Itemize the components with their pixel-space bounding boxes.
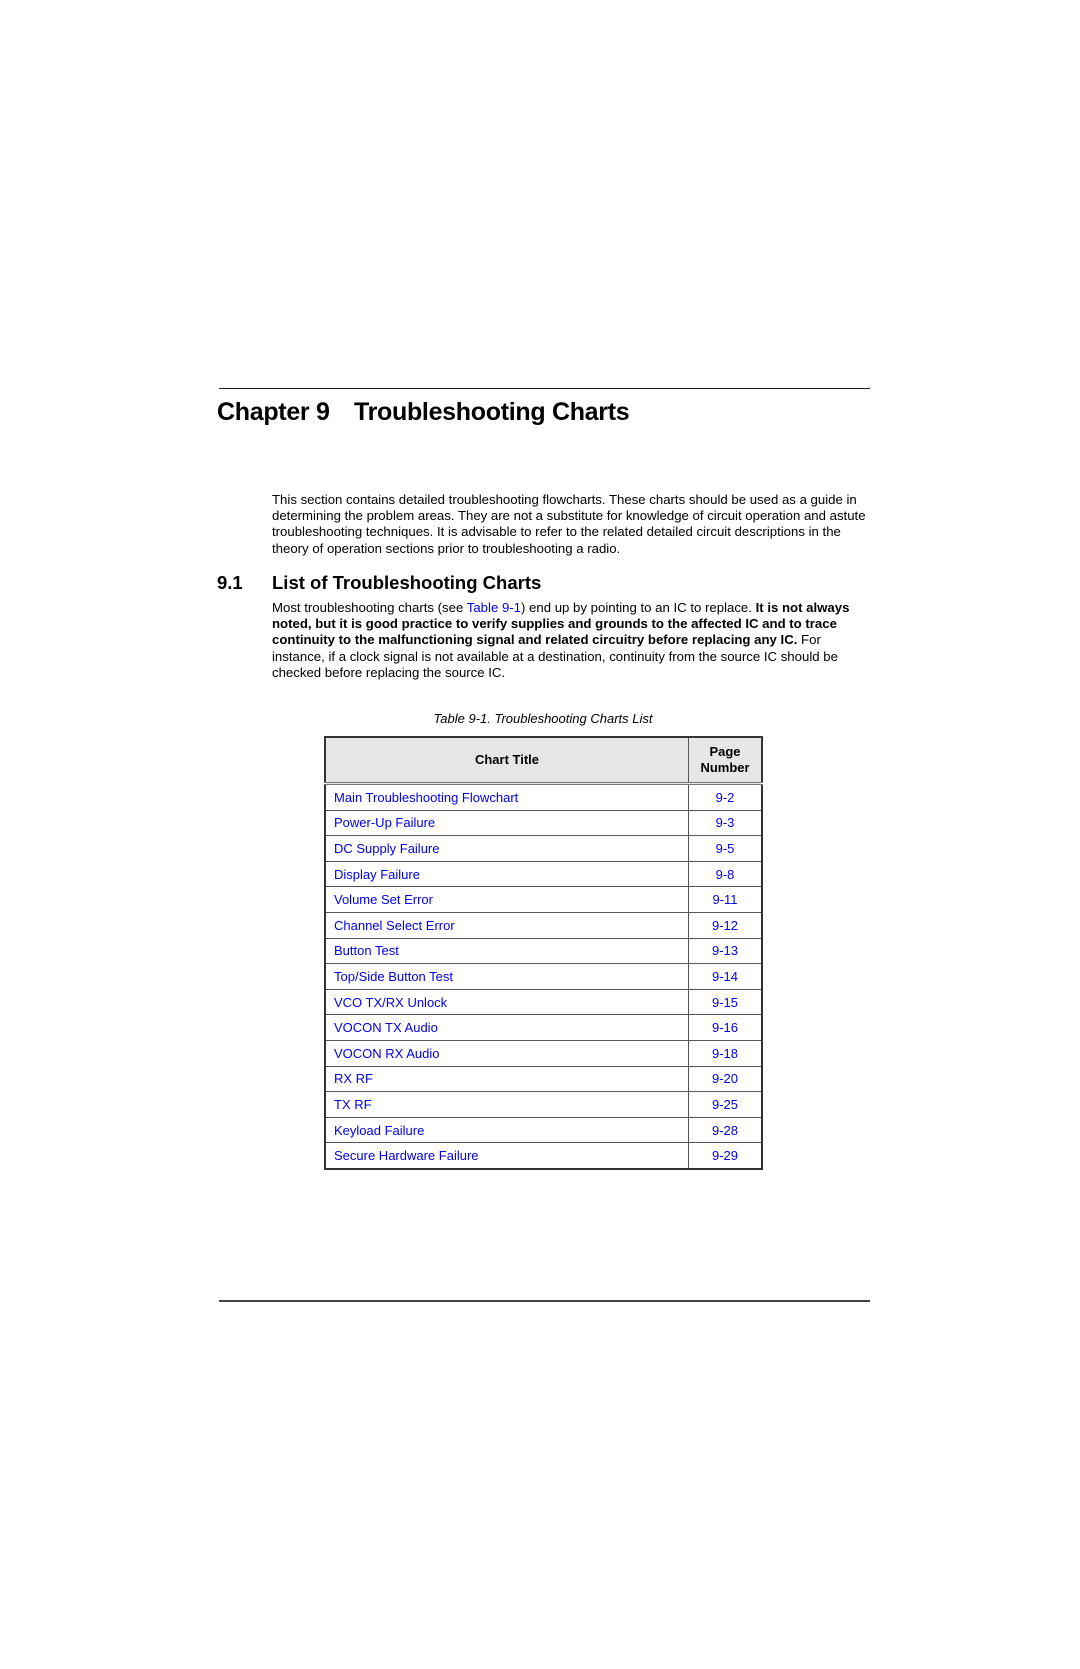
page-number-link[interactable]: 9-2 [688, 783, 762, 811]
table-row: TX RF 9-25 [325, 1091, 762, 1118]
table-row: Display Failure 9-8 [325, 860, 762, 887]
table-row: Main Troubleshooting Flowchart 9-2 [325, 783, 762, 811]
table-row: Power-Up Failure 9-3 [325, 809, 762, 836]
table-row: Channel Select Error 9-12 [325, 911, 762, 939]
table-row: Secure Hardware Failure 9-29 [325, 1142, 762, 1169]
table-header-row: Chart Title Page Number [325, 737, 762, 785]
column-header-chart-title: Chart Title [325, 737, 689, 785]
footer-rule [219, 1300, 870, 1302]
page-number-link[interactable]: 9-15 [688, 988, 762, 1015]
table-row: Button Test 9-13 [325, 937, 762, 964]
table-caption: Table 9-1. Troubleshooting Charts List [433, 711, 653, 726]
chart-title-link[interactable]: RX RF [325, 1065, 689, 1092]
para-text: Most troubleshooting charts (see [272, 600, 467, 615]
page-number-link[interactable]: 9-16 [688, 1014, 762, 1041]
chart-title-link[interactable]: Display Failure [325, 860, 689, 887]
chart-title-link[interactable]: Main Troubleshooting Flowchart [325, 783, 689, 811]
page-number-link[interactable]: 9-28 [688, 1116, 762, 1143]
page-number-link[interactable]: 9-14 [688, 963, 762, 990]
page-number-link[interactable]: 9-12 [688, 911, 762, 939]
table-row: DC Supply Failure 9-5 [325, 835, 762, 862]
chart-title-link[interactable]: VOCON RX Audio [325, 1039, 689, 1067]
table-row: RX RF 9-20 [325, 1065, 762, 1092]
page-number-link[interactable]: 9-25 [688, 1091, 762, 1118]
section-heading: 9.1 List of Troubleshooting Charts [217, 572, 541, 594]
page-number-link[interactable]: 9-11 [688, 886, 762, 913]
page-number-link[interactable]: 9-29 [688, 1142, 762, 1169]
troubleshooting-charts-table: Chart Title Page Number Main Troubleshoo… [324, 736, 763, 1170]
chart-title-link[interactable]: DC Supply Failure [325, 835, 689, 862]
chart-title-link[interactable]: Button Test [325, 937, 689, 964]
page-number-link[interactable]: 9-5 [688, 835, 762, 862]
section-paragraph: Most troubleshooting charts (see Table 9… [272, 600, 872, 681]
table-row: VOCON RX Audio 9-18 [325, 1039, 762, 1067]
chart-title-link[interactable]: TX RF [325, 1091, 689, 1118]
chart-title-link[interactable]: Power-Up Failure [325, 809, 689, 836]
page-number-link[interactable]: 9-8 [688, 860, 762, 887]
table-reference-link[interactable]: Table 9-1 [467, 600, 521, 615]
para-text: ) end up by pointing to an IC to replace… [521, 600, 756, 615]
chart-title-link[interactable]: VOCON TX Audio [325, 1014, 689, 1041]
chapter-title: Chapter 9 Troubleshooting Charts [217, 398, 630, 427]
table-row: VCO TX/RX Unlock 9-15 [325, 988, 762, 1015]
chart-title-link[interactable]: VCO TX/RX Unlock [325, 988, 689, 1015]
page-number-link[interactable]: 9-3 [688, 809, 762, 836]
chapter-number: Chapter 9 [217, 398, 330, 426]
header-rule [219, 388, 870, 389]
chart-title-link[interactable]: Secure Hardware Failure [325, 1142, 689, 1169]
page-number-link[interactable]: 9-18 [688, 1039, 762, 1067]
table-row: VOCON TX Audio 9-16 [325, 1014, 762, 1041]
page-number-link[interactable]: 9-13 [688, 937, 762, 964]
section-number: 9.1 [217, 572, 243, 593]
chart-title-link[interactable]: Channel Select Error [325, 911, 689, 939]
table-row: Volume Set Error 9-11 [325, 886, 762, 913]
chart-title-link[interactable]: Top/Side Button Test [325, 963, 689, 990]
header-line: Page [709, 744, 741, 759]
table-row: Top/Side Button Test 9-14 [325, 963, 762, 990]
section-name: List of Troubleshooting Charts [272, 572, 542, 593]
chart-title-link[interactable]: Volume Set Error [325, 886, 689, 913]
chart-title-link[interactable]: Keyload Failure [325, 1116, 689, 1143]
table-row: Keyload Failure 9-28 [325, 1116, 762, 1143]
chapter-name: Troubleshooting Charts [354, 398, 630, 426]
intro-paragraph: This section contains detailed troublesh… [272, 492, 866, 556]
column-header-page-number: Page Number [688, 737, 762, 785]
header-line: Number [700, 760, 750, 775]
page-number-link[interactable]: 9-20 [688, 1065, 762, 1092]
